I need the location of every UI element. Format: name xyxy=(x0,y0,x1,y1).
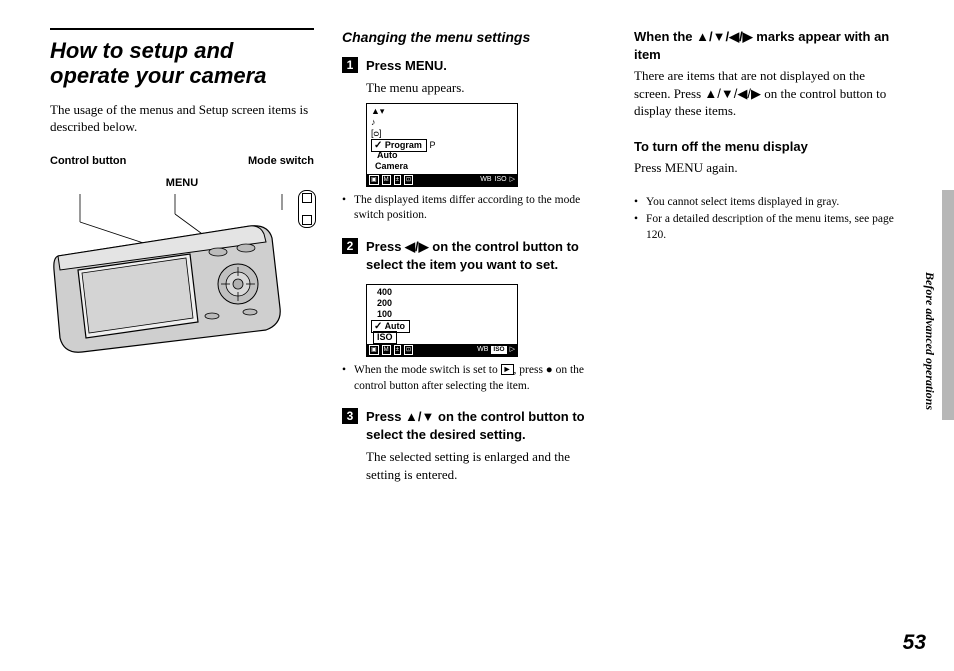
arrows-all-icon-2: ▲/▼/◀/▶ xyxy=(704,86,761,101)
arrows-up-down-icon: ▲/▼ xyxy=(405,409,434,424)
step-number-3: 3 xyxy=(342,408,358,424)
intro-paragraph: The usage of the menus and Setup screen … xyxy=(50,101,314,136)
lcd1-row-auto: Auto xyxy=(369,150,515,161)
notes-col3: You cannot select items displayed in gra… xyxy=(634,195,898,244)
bar2-icon-mode: M xyxy=(382,345,391,355)
lcd2-row-200: 200 xyxy=(369,298,515,309)
step-number-2: 2 xyxy=(342,238,358,254)
lcd2-iconbar: ▣ M ± ⊡ WB ISO ▷ xyxy=(367,344,517,356)
bar2-right-arrow: ▷ xyxy=(510,345,515,354)
bar-iso: ISO xyxy=(495,175,507,184)
note-after-step1: The displayed items differ according to … xyxy=(342,193,606,224)
lcd-menu-2: 400 200 100 ✓ Auto ISO ▣ M ± ⊡ WB ISO xyxy=(366,284,518,357)
bar2-icon-camera: ▣ xyxy=(369,345,379,355)
lcd2-iso-label: ISO xyxy=(373,331,397,344)
step-number-1: 1 xyxy=(342,57,358,73)
label-mode-switch: Mode switch xyxy=(248,154,314,169)
page-number: 53 xyxy=(903,629,926,657)
bar2-icon-focus: ⊡ xyxy=(404,345,413,355)
step-1-head: Press MENU. xyxy=(366,57,447,75)
column-1: How to setup and operate your camera The… xyxy=(50,28,314,490)
para-marks-appear: There are items that are not displayed o… xyxy=(634,67,898,120)
lcd-menu-1: ▲▾ ♪ [ᴑ] ✓ Program P Auto Camera ▣ M ± ⊡ xyxy=(366,103,518,187)
step-1-body: The menu appears. xyxy=(366,79,606,97)
page-title: How to setup and operate your camera xyxy=(50,38,314,89)
lcd2-row-100: 100 xyxy=(369,309,515,320)
lcd1-icon-up: ▲▾ xyxy=(371,106,384,116)
bar-icon-exp: ± xyxy=(394,175,401,185)
thumb-tab-bar xyxy=(942,190,954,420)
play-mode-icon: ► xyxy=(501,364,514,375)
lcd1-row-camera: Camera xyxy=(369,161,515,172)
bar2-wb: WB xyxy=(477,345,488,354)
camera-illustration xyxy=(50,192,300,362)
step-3-body: The selected setting is enlarged and the… xyxy=(366,448,606,483)
note-after-step2: When the mode switch is set to ►, press … xyxy=(342,363,606,394)
bar-icon-mode: M xyxy=(382,175,391,185)
step-3: 3 Press ▲/▼ on the control button to sel… xyxy=(342,408,606,444)
bar-right-arrow: ▷ xyxy=(510,175,515,184)
heading-rule xyxy=(50,28,314,30)
step-3-head: Press ▲/▼ on the control button to selec… xyxy=(366,408,606,444)
subheading-changing-menu: Changing the menu settings xyxy=(342,28,606,47)
bar2-iso: ISO xyxy=(491,346,506,354)
column-2: Changing the menu settings 1 Press MENU.… xyxy=(342,28,606,490)
label-menu: MENU xyxy=(166,177,198,189)
label-control-button: Control button xyxy=(50,154,126,169)
arrows-left-right-icon: ◀/▶ xyxy=(405,239,429,254)
column-3: When the ▲/▼/◀/▶ marks appear with an it… xyxy=(634,28,904,490)
lcd1-icon-focus: [ᴑ] xyxy=(371,128,381,138)
lcd2-row-400: 400 xyxy=(369,287,515,298)
lcd1-iconbar: ▣ M ± ⊡ WB ISO ▷ xyxy=(367,174,517,186)
bar-icon-focus: ⊡ xyxy=(404,175,413,185)
bar2-icon-exp: ± xyxy=(394,345,401,355)
bar-icon-camera: ▣ xyxy=(369,175,379,185)
arrows-all-icon: ▲/▼/◀/▶ xyxy=(696,29,753,44)
para-turn-off: Press MENU again. xyxy=(634,159,898,177)
lcd1-selected-suffix: P xyxy=(429,140,435,150)
step-2-head: Press ◀/▶ on the control button to selec… xyxy=(366,238,606,274)
subheading-turn-off: To turn off the menu display xyxy=(634,138,898,156)
bar-wb: WB xyxy=(480,175,491,184)
step-2: 2 Press ◀/▶ on the control button to sel… xyxy=(342,238,606,274)
camera-figure: Control button Mode switch MENU xyxy=(50,154,314,368)
subheading-marks-appear: When the ▲/▼/◀/▶ marks appear with an it… xyxy=(634,28,898,63)
mode-switch-icon xyxy=(298,190,316,228)
lcd1-icon-timer: ♪ xyxy=(371,117,376,127)
step-1: 1 Press MENU. xyxy=(342,57,606,75)
section-tab-label: Before advanced operations xyxy=(922,272,938,410)
